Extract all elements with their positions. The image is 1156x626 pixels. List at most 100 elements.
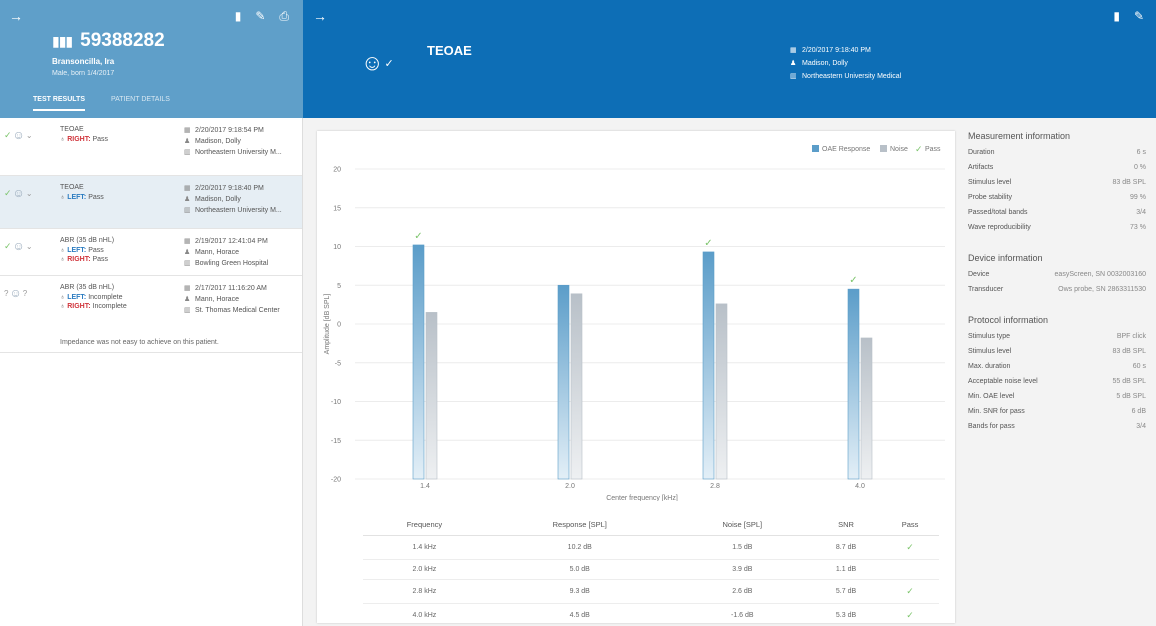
person-icon: ♟ <box>790 60 797 67</box>
calendar-icon: ▦ <box>184 127 191 134</box>
test-row[interactable]: ✓ ☺ ⌄ TEOAE ♁ RIGHT: Pass ▦ 2/20/2017 9:18:54 … <box>0 118 302 176</box>
barcode-icon: ▮▮▮ <box>52 32 73 49</box>
back-arrow-icon[interactable]: → <box>9 8 23 24</box>
ear-result-value: Incomplete <box>92 303 127 310</box>
info-row: Probe stability 99 % <box>968 194 1146 209</box>
table-cell: 5.0 dB <box>485 559 674 580</box>
test-name: TEOAE <box>60 184 84 191</box>
test-meta: ▦ 2/20/2017 9:18:40 PM ♟ Madison, Dolly ▥ Nor… <box>184 184 298 217</box>
test-row[interactable]: ? ☺? ABR (35 dB nHL) ♁ LEFT: Incomplete ♁ RI… <box>0 276 302 353</box>
tab-patient-details[interactable]: PATIENT DETAILS <box>111 96 170 111</box>
test-info: TEOAE ♁ LEFT: Pass <box>60 184 180 203</box>
oae-face-icon: ☺ <box>12 239 25 253</box>
delete-icon[interactable]: ▮ <box>1113 9 1120 23</box>
test-meta: ▦ 2/20/2017 9:18:40 PM ♟ Madison, Dolly ▥ N… <box>790 44 901 83</box>
test-title: TEOAE <box>427 43 472 58</box>
test-examiner-line: ♟ Madison, Dolly <box>184 137 298 145</box>
edit-icon[interactable]: ✎ <box>255 9 265 24</box>
y-tick-label: 0 <box>337 322 341 329</box>
table-row: 2.0 kHz 5.0 dB 3.9 dB 1.1 dB <box>363 559 939 580</box>
info-row: Device easyScreen, SN 0032003160 <box>968 271 1146 286</box>
test-name: TEOAE <box>60 126 84 133</box>
info-row: Duration 6 s <box>968 149 1146 164</box>
device-info: Device information Device easyScreen, SN … <box>968 253 1146 301</box>
pass-cell: ✓ <box>881 579 939 604</box>
info-row: Stimulus level 83 dB SPL <box>968 179 1146 194</box>
measurement-info-title: Measurement information <box>968 131 1071 141</box>
test-row[interactable]: ✓ ☺ ⌄ TEOAE ♁ LEFT: Pass ▦ 2/20/2017 9:18:40 P… <box>0 176 302 229</box>
test-examiner-line: ♟ Mann, Horace <box>184 248 298 256</box>
ear-side-label: RIGHT: <box>67 136 91 143</box>
noise-bar <box>715 303 728 480</box>
print-icon[interactable]: ⎙ <box>279 9 289 24</box>
info-value: 73 % <box>1130 224 1146 231</box>
device-info-title: Device information <box>968 253 1043 263</box>
ear-result: ♁ RIGHT: Incomplete <box>60 303 180 310</box>
test-date: 2/19/2017 12:41:04 PM <box>195 238 268 245</box>
y-tick-label: 20 <box>333 167 341 174</box>
info-value: BPF click <box>1116 333 1146 340</box>
ear-result: ♁ RIGHT: Pass <box>60 136 180 143</box>
table-cell: 1.1 dB <box>810 559 882 580</box>
column-header: Response [SPL] <box>485 516 674 536</box>
test-status-icon: ? ☺? <box>4 286 44 300</box>
test-date-line: ▦ 2/17/2017 11:16:20 AM <box>184 284 298 292</box>
legend-response-label: OAE Response <box>822 146 870 153</box>
calendar-icon: ▦ <box>184 285 191 292</box>
ear-side-label: LEFT: <box>67 294 87 301</box>
patient-tabs: TEST RESULTS PATIENT DETAILS <box>33 96 170 111</box>
test-row[interactable]: ✓ ☺ ⌄ ABR (35 dB nHL) ♁ LEFT: Pass ♁ RIGHT: P… <box>0 229 302 276</box>
column-header: SNR <box>810 516 882 536</box>
ear-side-label: RIGHT: <box>67 256 91 263</box>
info-label: Probe stability <box>968 194 1012 201</box>
legend-response-swatch <box>812 145 819 152</box>
test-location-line: ▥ Northeastern University Medical <box>790 70 901 83</box>
info-label: Bands for pass <box>968 423 1015 430</box>
edit-icon[interactable]: ✎ <box>1134 9 1144 23</box>
info-row: Transducer Ows probe, SN 2863311530 <box>968 286 1146 301</box>
ear-result: ♁ LEFT: Pass <box>60 247 180 254</box>
tab-test-results[interactable]: TEST RESULTS <box>33 96 85 111</box>
table-cell: 2.6 dB <box>673 579 811 604</box>
person-icon: ♟ <box>184 196 191 203</box>
patient-id-value: 59388282 <box>80 30 165 51</box>
patient-header: → ▮ ✎ ⎙ ▮▮▮ 59388282 Bransoncilla, Ira M… <box>0 0 303 118</box>
x-tick-label: 2.8 <box>710 483 720 490</box>
y-tick-label: -20 <box>331 477 341 484</box>
building-icon: ▥ <box>184 149 191 156</box>
abr-face-icon: ☺ <box>9 286 22 300</box>
info-row: Artifacts 0 % <box>968 164 1146 179</box>
info-row: Stimulus level 83 dB SPL <box>968 348 1146 363</box>
protocol-info-title: Protocol information <box>968 315 1049 325</box>
test-info: ABR (35 dB nHL) ♁ LEFT: Pass ♁ RIGHT: Pass <box>60 237 180 265</box>
patient-toolbar: ▮ ✎ ⎙ <box>235 9 289 24</box>
table-cell: 8.7 dB <box>810 535 882 560</box>
ear-result-value: Pass <box>88 194 104 201</box>
test-date: 2/20/2017 9:18:54 PM <box>195 127 264 134</box>
test-name: ABR (35 dB nHL) <box>60 237 115 244</box>
legend-noise-swatch <box>880 145 887 152</box>
delete-icon[interactable]: ▮ <box>235 9 242 24</box>
forward-arrow-icon[interactable]: → <box>313 8 327 24</box>
info-row: Stimulus type BPF click <box>968 333 1146 348</box>
pass-check-icon: ✓ <box>384 57 394 70</box>
oae-face-icon: ☺ <box>12 186 25 200</box>
info-row: Max. duration 60 s <box>968 363 1146 378</box>
y-axis-label: Amplitude [dB SPL] <box>324 294 331 355</box>
chevron-down-icon: ⌄ <box>25 130 33 140</box>
x-tick-label: 1.4 <box>420 483 430 490</box>
info-label: Stimulus level <box>968 348 1012 355</box>
table-cell: 3.9 dB <box>673 559 811 580</box>
building-icon: ▥ <box>184 307 191 314</box>
info-value: 83 dB SPL <box>1112 348 1146 355</box>
ear-side-label: LEFT: <box>67 194 87 201</box>
noise-bar <box>570 293 583 480</box>
response-bar <box>557 284 570 480</box>
info-label: Stimulus level <box>968 179 1012 186</box>
ear-side-label: RIGHT: <box>67 303 91 310</box>
y-tick-label: -15 <box>331 438 341 445</box>
oae-face-icon: ☺ ✓ <box>361 50 394 75</box>
info-value: 5 dB SPL <box>1116 393 1146 400</box>
test-location: Northeastern University M... <box>195 149 282 156</box>
test-name: ABR (35 dB nHL) <box>60 284 115 291</box>
